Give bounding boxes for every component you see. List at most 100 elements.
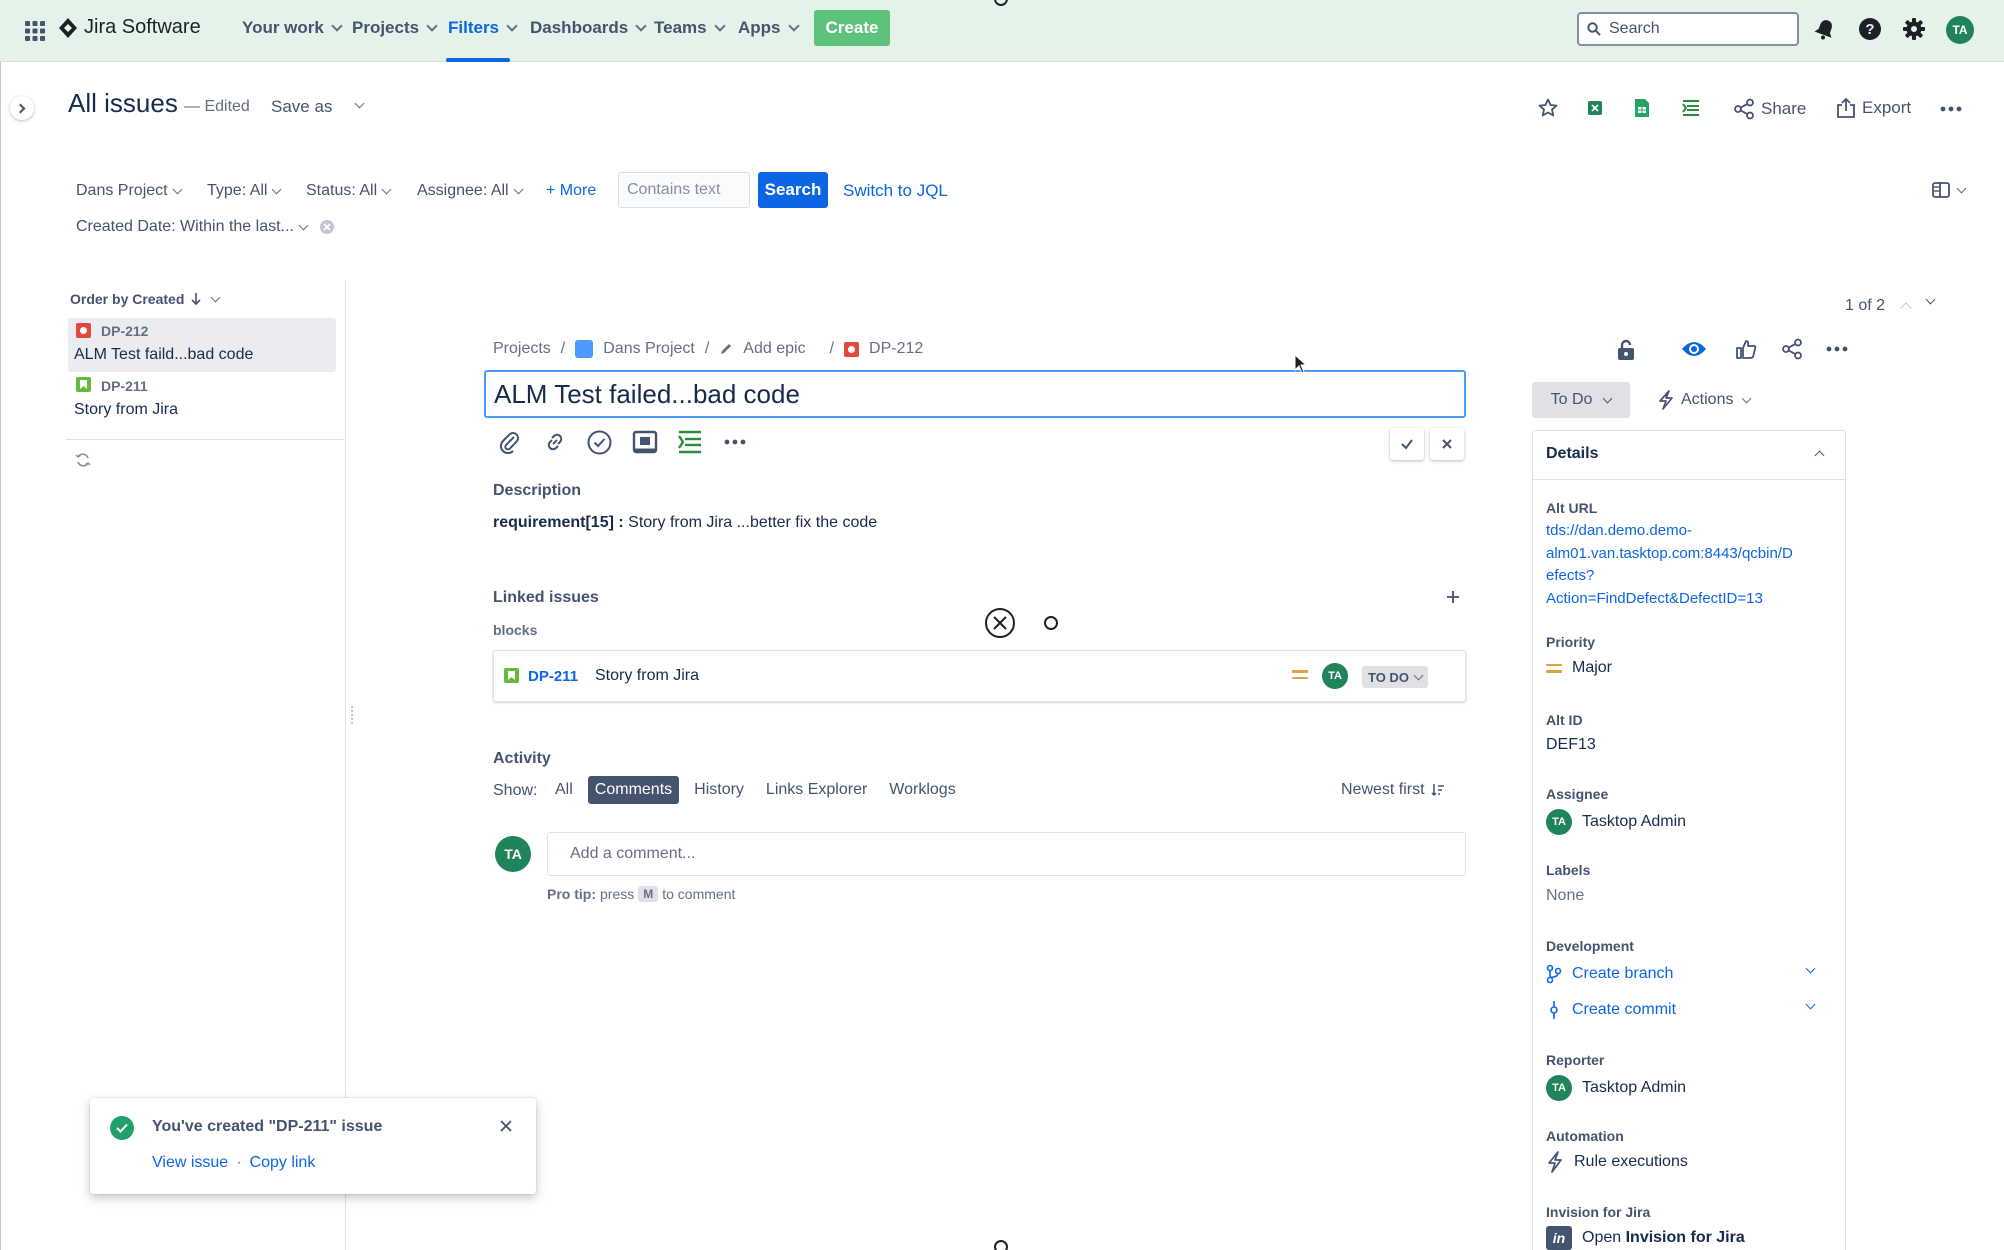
view-issue-link[interactable]: View issue: [152, 1154, 228, 1172]
chevron-down-icon: [331, 19, 343, 32]
filter-assignee[interactable]: Assignee: All: [417, 182, 524, 200]
chevron-down-icon: [1742, 393, 1752, 403]
star-icon[interactable]: [1538, 98, 1558, 118]
user-avatar[interactable]: TA: [1946, 16, 1974, 44]
more-options-icon[interactable]: [1940, 106, 1962, 112]
invision-name: Invision for Jira: [1625, 1229, 1745, 1246]
chevron-down-icon: [787, 19, 800, 32]
more-toolbar-icon[interactable]: [724, 439, 746, 445]
settings-gear-icon[interactable]: [1902, 17, 1926, 41]
rule-executions-link[interactable]: Rule executions: [1546, 1151, 1688, 1173]
apps-extension-icon[interactable]: [632, 429, 658, 455]
status-dropdown-button[interactable]: To Do: [1532, 382, 1630, 418]
excel-export-icon[interactable]: [1586, 99, 1604, 117]
sheets-export-icon[interactable]: [1634, 98, 1650, 118]
filter-type[interactable]: Type: All: [207, 182, 282, 200]
filter-project[interactable]: Dans Project: [76, 182, 183, 200]
tasktop-sync-icon[interactable]: [1681, 98, 1701, 118]
breadcrumb-projects[interactable]: Projects: [493, 340, 551, 358]
alt-url-link[interactable]: tds://dan.demo.demo- alm01.van.tasktop.c…: [1546, 520, 1793, 610]
export-button[interactable]: Export: [1836, 97, 1911, 119]
copy-link-button[interactable]: Copy link: [250, 1154, 316, 1172]
close-circle-icon[interactable]: [985, 608, 1015, 638]
linked-assignee-avatar: TA: [1322, 663, 1348, 689]
nav-dashboards[interactable]: Dashboards: [530, 18, 647, 38]
issue-list-item-selected[interactable]: DP-212 ALM Test faild...bad code: [68, 318, 336, 372]
tasktop-icon[interactable]: [677, 429, 703, 455]
save-as-button[interactable]: Save as: [271, 97, 332, 117]
issue-title-input[interactable]: ALM Test failed...bad code: [484, 370, 1466, 418]
pager-next-icon[interactable]: [1925, 294, 1936, 305]
pager-previous-icon[interactable]: [1900, 302, 1912, 314]
breadcrumb-issue-key[interactable]: DP-212: [869, 340, 923, 358]
toast-close-icon[interactable]: [500, 1120, 512, 1132]
tab-worklogs[interactable]: Worklogs: [882, 776, 962, 804]
link-icon[interactable]: [543, 430, 567, 454]
watch-eye-icon[interactable]: [1681, 339, 1707, 359]
switch-to-jql-link[interactable]: Switch to JQL: [843, 181, 948, 201]
breadcrumb-add-epic[interactable]: Add epic: [743, 340, 805, 358]
nav-your-work[interactable]: Your work: [242, 18, 343, 38]
priority-value[interactable]: Major: [1546, 659, 1612, 677]
labels-value[interactable]: None: [1546, 887, 1584, 905]
search-button[interactable]: Search: [758, 172, 828, 208]
rule-executions-label: Rule executions: [1574, 1153, 1688, 1170]
clear-filter-icon[interactable]: [319, 219, 335, 235]
app-switcher-icon[interactable]: [24, 20, 46, 42]
add-comment-input[interactable]: Add a comment...: [547, 832, 1466, 876]
notifications-icon[interactable]: [1814, 18, 1836, 40]
story-icon: [76, 377, 91, 392]
reporter-value[interactable]: TA Tasktop Admin: [1546, 1075, 1686, 1101]
attachment-icon[interactable]: [498, 430, 522, 454]
issue-list-item[interactable]: DP-211 Story from Jira: [68, 374, 336, 428]
share-issue-icon[interactable]: [1781, 338, 1803, 360]
sort-order-button[interactable]: Newest first: [1341, 781, 1445, 799]
linked-issue-summary[interactable]: Story from Jira: [595, 667, 699, 685]
tab-comments[interactable]: Comments: [587, 776, 680, 804]
resize-handle[interactable]: [351, 706, 354, 724]
nav-projects[interactable]: Projects: [352, 18, 438, 38]
nav-filters[interactable]: Filters: [448, 18, 518, 38]
open-invision-link[interactable]: in Open Invision for Jira: [1546, 1226, 1745, 1250]
filter-label: + More: [546, 182, 597, 199]
child-issue-icon[interactable]: [587, 430, 612, 455]
nav-apps[interactable]: Apps: [738, 18, 800, 38]
thumbs-up-icon[interactable]: [1735, 338, 1757, 360]
confirm-title-button[interactable]: [1390, 428, 1424, 460]
actions-button[interactable]: Actions: [1657, 390, 1752, 410]
add-link-plus-icon[interactable]: [1446, 590, 1460, 604]
help-icon[interactable]: ?: [1858, 17, 1882, 41]
cancel-title-button[interactable]: [1430, 428, 1464, 460]
linked-issue-key[interactable]: DP-211: [528, 668, 578, 685]
breadcrumb-project[interactable]: Dans Project: [603, 340, 695, 358]
description-body[interactable]: requirement[15] : Story from Jira ...bet…: [493, 514, 877, 532]
automation-label: Automation: [1546, 1128, 1624, 1144]
order-by-control[interactable]: Order by Created: [70, 291, 221, 307]
issue-more-icon[interactable]: [1826, 346, 1848, 352]
filter-status[interactable]: Status: All: [306, 182, 392, 200]
create-commit-link[interactable]: Create commit: [1546, 1000, 1676, 1020]
linked-issue-row[interactable]: DP-211 Story from Jira TA TO DO: [493, 650, 1466, 702]
sidebar-expand-button[interactable]: [10, 96, 34, 120]
save-as-chevron-down-icon[interactable]: [354, 98, 365, 109]
tab-links-explorer[interactable]: Links Explorer: [759, 776, 874, 804]
tab-all[interactable]: All: [548, 776, 580, 804]
nav-teams[interactable]: Teams: [654, 18, 726, 38]
contains-text-input[interactable]: Contains text: [618, 172, 750, 208]
tab-history[interactable]: History: [687, 776, 751, 804]
filter-created-date[interactable]: Created Date: Within the last...: [76, 218, 309, 236]
pager-count: 1 of 2: [1845, 297, 1886, 314]
alt-id-value[interactable]: DEF13: [1546, 736, 1596, 754]
app-logo[interactable]: Jira Software: [58, 16, 201, 39]
lock-icon[interactable]: [1617, 339, 1635, 361]
view-layout-toggle-icon[interactable]: [1932, 182, 1967, 198]
linked-status-dropdown[interactable]: TO DO: [1362, 666, 1428, 688]
create-button[interactable]: Create: [814, 10, 890, 46]
assignee-value[interactable]: TA Tasktop Admin: [1546, 809, 1686, 835]
global-search-input[interactable]: Search: [1577, 12, 1799, 46]
create-branch-link[interactable]: Create branch: [1546, 964, 1673, 984]
issue-key: DP-211: [101, 378, 148, 394]
order-by-label: Order by Created: [70, 291, 185, 307]
filter-more-button[interactable]: + More: [546, 182, 596, 200]
share-button[interactable]: Share: [1733, 98, 1806, 120]
